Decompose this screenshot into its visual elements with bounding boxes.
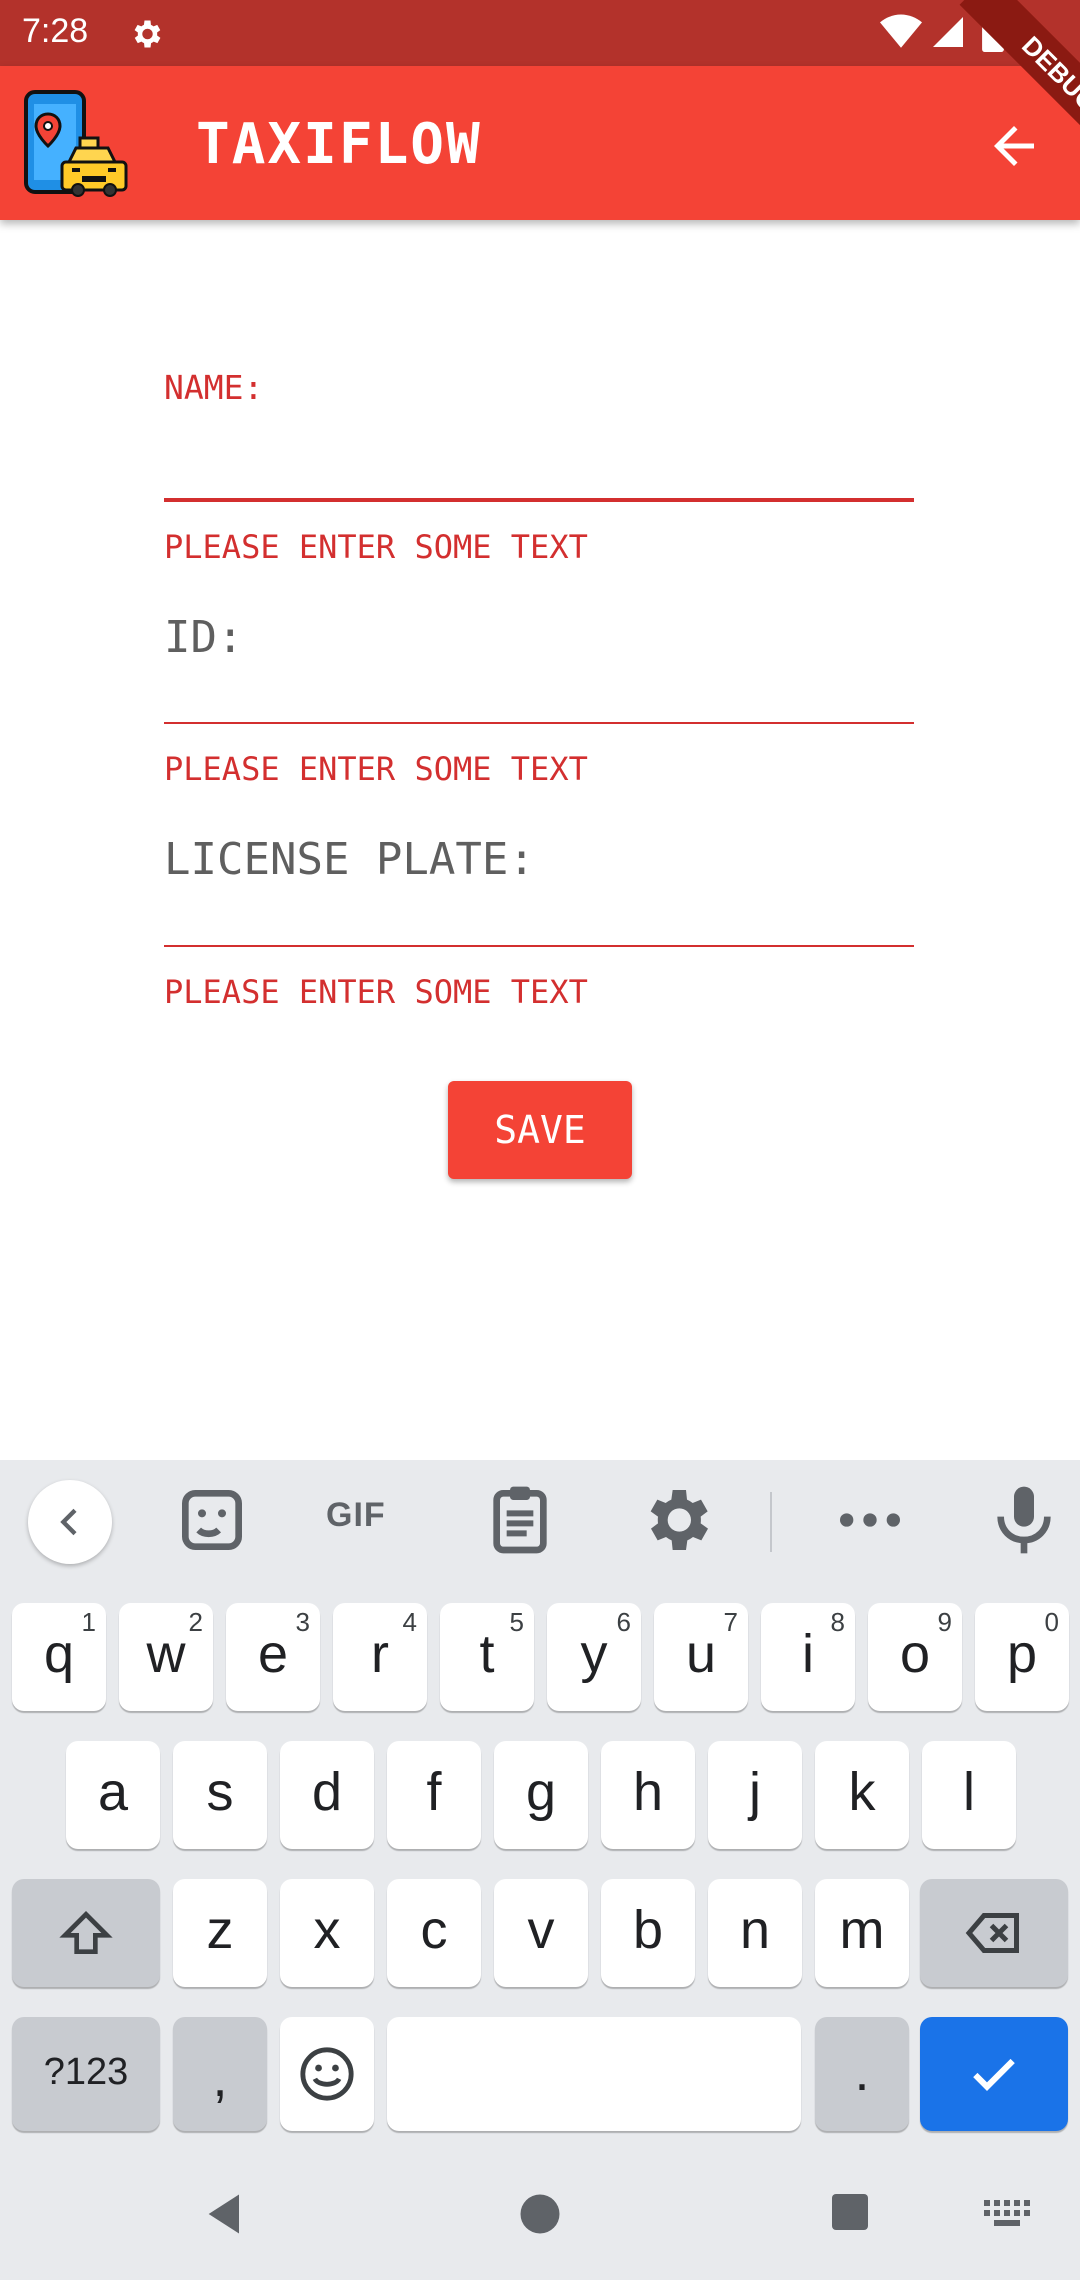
app-screen: 7:28 TAXIFLOW DEBUG NAME: PLEASE ENTER S… bbox=[0, 0, 1080, 2280]
more-icon bbox=[840, 1513, 900, 1527]
key-s[interactable]: s bbox=[173, 1741, 267, 1849]
key-q[interactable]: q1 bbox=[12, 1603, 106, 1711]
backspace-icon bbox=[965, 1913, 1019, 1953]
battery-icon bbox=[982, 12, 1004, 52]
keyboard-collapse-button[interactable] bbox=[28, 1480, 112, 1564]
shift-icon bbox=[59, 1911, 113, 1954]
key-w[interactable]: w2 bbox=[119, 1603, 213, 1711]
recents-square-icon[interactable] bbox=[826, 2188, 874, 2236]
checkmark-icon bbox=[973, 2058, 1015, 2091]
name-error-text: PLEASE ENTER SOME TEXT bbox=[164, 528, 588, 566]
key-c[interactable]: c bbox=[387, 1879, 481, 1987]
keyboard-settings-button[interactable] bbox=[636, 1480, 716, 1560]
emoji-icon bbox=[300, 2047, 354, 2101]
cell-signal-icon bbox=[933, 17, 963, 47]
system-nav-bar bbox=[0, 2140, 1080, 2280]
settings-icon bbox=[650, 1490, 708, 1550]
key-e[interactable]: e3 bbox=[226, 1603, 320, 1711]
key-g[interactable]: g bbox=[494, 1741, 588, 1849]
id-field-label: ID: bbox=[164, 612, 244, 663]
more-button[interactable] bbox=[830, 1480, 910, 1560]
key-p[interactable]: p0 bbox=[975, 1603, 1069, 1711]
phone-taxi-location-icon bbox=[24, 90, 128, 197]
back-triangle-icon[interactable] bbox=[200, 2188, 252, 2240]
license-plate-error-text: PLEASE ENTER SOME TEXT bbox=[164, 973, 588, 1011]
key-o[interactable]: o9 bbox=[868, 1603, 962, 1711]
clipboard-icon bbox=[493, 1486, 547, 1554]
key-v[interactable]: v bbox=[494, 1879, 588, 1987]
license-plate-field-label: LICENSE PLATE: bbox=[164, 834, 535, 885]
key-f[interactable]: f bbox=[387, 1741, 481, 1849]
toolbar-divider bbox=[770, 1492, 772, 1552]
keyboard-switch-icon[interactable] bbox=[984, 2200, 1032, 2232]
key-r[interactable]: r4 bbox=[333, 1603, 427, 1711]
backspace-key[interactable] bbox=[920, 1879, 1068, 1987]
enter-key[interactable] bbox=[920, 2017, 1068, 2131]
key-l[interactable]: l bbox=[922, 1741, 1016, 1849]
comma-key[interactable]: , bbox=[173, 2017, 267, 2131]
voice-input-button[interactable] bbox=[984, 1480, 1064, 1560]
sticker-button[interactable] bbox=[172, 1480, 252, 1560]
key-y[interactable]: y6 bbox=[547, 1603, 641, 1711]
symbols-key[interactable]: ?123 bbox=[12, 2017, 160, 2131]
license-plate-input[interactable] bbox=[164, 945, 914, 947]
clipboard-button[interactable] bbox=[480, 1480, 560, 1560]
settings-gear-icon bbox=[134, 20, 161, 48]
shift-key[interactable] bbox=[12, 1879, 160, 1987]
status-time: 7:28 bbox=[22, 12, 89, 50]
app-bar: TAXIFLOW bbox=[0, 66, 1080, 220]
gif-button[interactable]: GIF bbox=[326, 1496, 386, 1535]
key-n[interactable]: n bbox=[708, 1879, 802, 1987]
app-title: TAXIFLOW bbox=[196, 112, 482, 177]
key-a[interactable]: a bbox=[66, 1741, 160, 1849]
status-bar: 7:28 bbox=[0, 0, 1080, 66]
arrow-back-icon[interactable] bbox=[984, 116, 1044, 176]
name-field-label: NAME: bbox=[164, 368, 264, 407]
sticker-icon bbox=[182, 1490, 242, 1550]
key-k[interactable]: k bbox=[815, 1741, 909, 1849]
id-error-text: PLEASE ENTER SOME TEXT bbox=[164, 750, 588, 788]
key-x[interactable]: x bbox=[280, 1879, 374, 1987]
space-key[interactable] bbox=[387, 2017, 801, 2131]
keyboard-toolbar: GIF bbox=[0, 1460, 1080, 1580]
key-m[interactable]: m bbox=[815, 1879, 909, 1987]
name-input[interactable] bbox=[164, 498, 914, 502]
id-input[interactable] bbox=[164, 722, 914, 724]
home-circle-icon[interactable] bbox=[514, 2188, 566, 2240]
key-i[interactable]: i8 bbox=[761, 1603, 855, 1711]
microphone-icon bbox=[997, 1486, 1051, 1554]
key-t[interactable]: t5 bbox=[440, 1603, 534, 1711]
key-h[interactable]: h bbox=[601, 1741, 695, 1849]
chevron-left-icon bbox=[60, 1508, 77, 1536]
emoji-key[interactable] bbox=[280, 2017, 374, 2131]
key-z[interactable]: z bbox=[173, 1879, 267, 1987]
period-key[interactable]: . bbox=[815, 2017, 909, 2131]
key-j[interactable]: j bbox=[708, 1741, 802, 1849]
key-b[interactable]: b bbox=[601, 1879, 695, 1987]
key-d[interactable]: d bbox=[280, 1741, 374, 1849]
key-u[interactable]: u7 bbox=[654, 1603, 748, 1711]
save-button[interactable]: SAVE bbox=[448, 1081, 632, 1179]
wifi-icon bbox=[880, 14, 922, 48]
